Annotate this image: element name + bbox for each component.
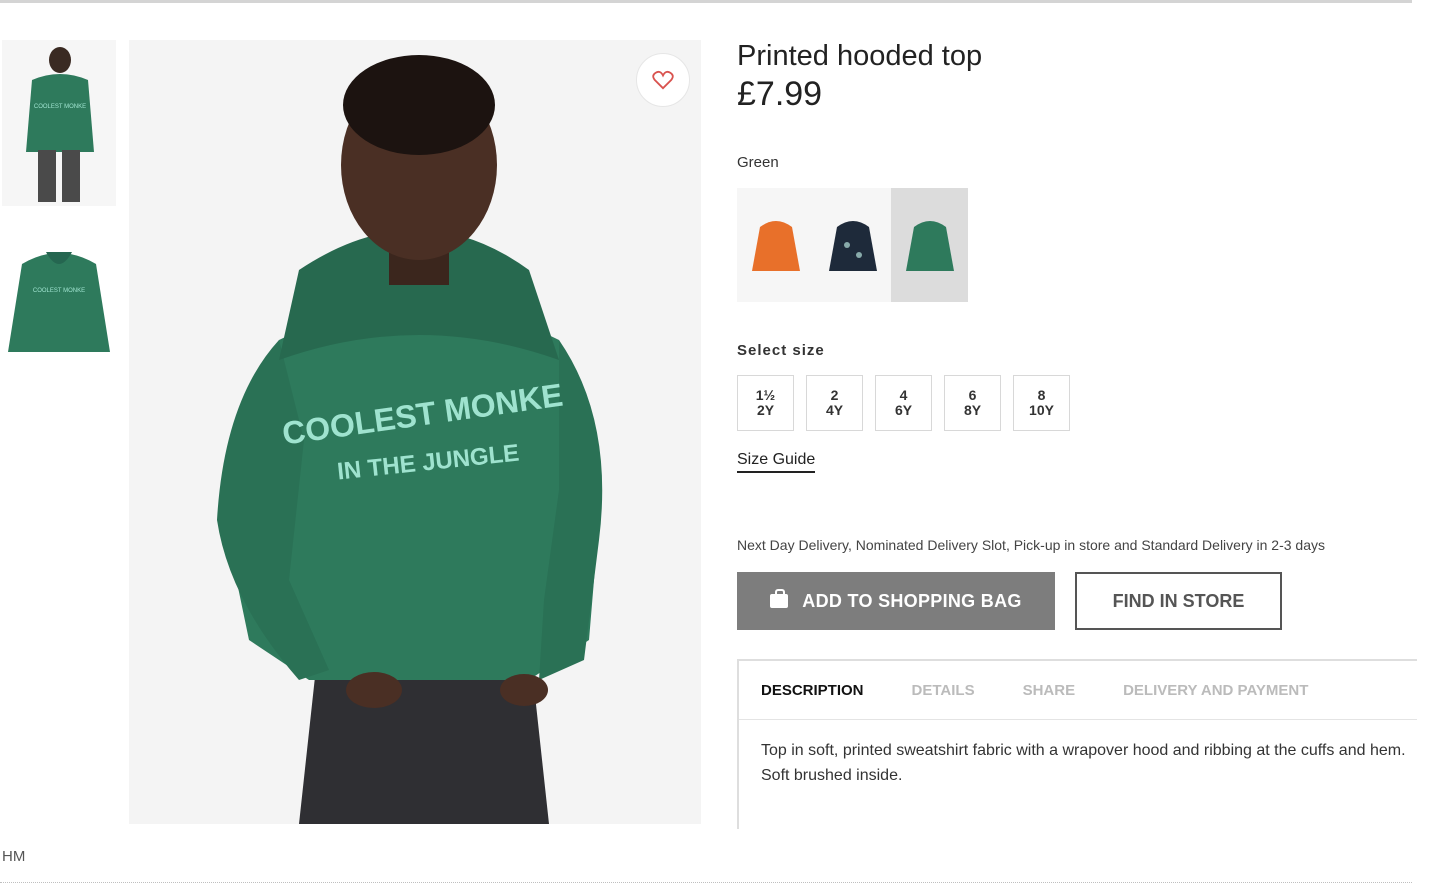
add-to-bag-label: ADD TO SHOPPING BAG xyxy=(802,590,1022,611)
size-option-top: 1½ xyxy=(755,387,776,403)
product-description-panel: DESCRIPTION DETAILS SHARE DELIVERY AND P… xyxy=(737,659,1417,829)
swatch-navy-print[interactable] xyxy=(814,188,891,302)
size-option-top: 8 xyxy=(1037,387,1046,403)
color-label: Green xyxy=(737,154,779,171)
navy-hoodie-icon xyxy=(828,221,877,271)
size-guide-link[interactable]: Size Guide xyxy=(737,451,816,473)
select-size-label: Select size xyxy=(737,342,825,359)
size-option-top: 2 xyxy=(830,387,839,403)
size-option-bottom: 2Y xyxy=(756,402,775,418)
shopping-bag-icon xyxy=(770,589,789,608)
top-divider xyxy=(0,0,1412,3)
bottom-divider xyxy=(0,882,1412,883)
size-option-6y[interactable]: 4 6Y xyxy=(875,375,932,431)
size-option-bottom: 8Y xyxy=(963,402,982,418)
product-main-image[interactable]: COOLEST MONKE IN THE JUNGLE xyxy=(129,40,701,824)
find-in-store-button[interactable]: FIND IN STORE xyxy=(1075,572,1282,630)
product-title: Printed hooded top xyxy=(737,40,983,72)
heart-icon xyxy=(652,70,674,90)
thumbnail-list: COOLEST MONKE COOLEST MONKE xyxy=(2,40,116,362)
orange-hoodie-icon xyxy=(751,221,800,271)
size-option-top: 4 xyxy=(899,387,908,403)
size-option-8y[interactable]: 6 8Y xyxy=(944,375,1001,431)
size-option-bottom: 10Y xyxy=(1029,402,1054,418)
swatch-green[interactable] xyxy=(891,188,968,302)
thumbnail-product-image: COOLEST MONKE xyxy=(8,252,110,352)
tab-description[interactable]: DESCRIPTION xyxy=(761,682,864,699)
color-swatches xyxy=(737,188,968,302)
size-option-4y[interactable]: 2 4Y xyxy=(806,375,863,431)
size-option-top: 6 xyxy=(968,387,977,403)
favourite-button[interactable] xyxy=(636,53,690,107)
thumbnail-model[interactable]: COOLEST MONKE xyxy=(2,40,116,206)
size-option-bottom: 6Y xyxy=(894,402,913,418)
delivery-info: Next Day Delivery, Nominated Delivery Sl… xyxy=(737,537,1325,553)
image-credit: HM xyxy=(2,848,26,865)
svg-text:COOLEST MONKE: COOLEST MONKE xyxy=(33,288,85,294)
thumbnail-product[interactable]: COOLEST MONKE xyxy=(2,242,116,362)
size-option-10y[interactable]: 8 10Y xyxy=(1013,375,1070,431)
tab-details[interactable]: DETAILS xyxy=(912,682,975,699)
add-to-bag-button[interactable]: ADD TO SHOPPING BAG xyxy=(737,572,1055,630)
model-photo: COOLEST MONKE IN THE JUNGLE xyxy=(217,55,603,824)
svg-text:COOLEST MONKE: COOLEST MONKE xyxy=(34,104,86,110)
product-price: £7.99 xyxy=(737,75,823,113)
swatch-orange[interactable] xyxy=(737,188,814,302)
description-tabs: DESCRIPTION DETAILS SHARE DELIVERY AND P… xyxy=(739,661,1417,720)
size-option-2y[interactable]: 1½ 2Y xyxy=(737,375,794,431)
thumbnail-model-image: COOLEST MONKE xyxy=(26,47,94,202)
product-info: Printed hooded top £7.99 Green Select si… xyxy=(737,40,1417,829)
green-hoodie-icon xyxy=(905,221,954,271)
tab-share[interactable]: SHARE xyxy=(1023,682,1076,699)
size-option-bottom: 4Y xyxy=(825,402,844,418)
size-options: 1½ 2Y 2 4Y 4 6Y 6 8Y 8 10Y xyxy=(737,375,1082,431)
tab-delivery-and-payment[interactable]: DELIVERY AND PAYMENT xyxy=(1123,682,1308,699)
description-text: Top in soft, printed sweatshirt fabric w… xyxy=(761,742,1406,784)
